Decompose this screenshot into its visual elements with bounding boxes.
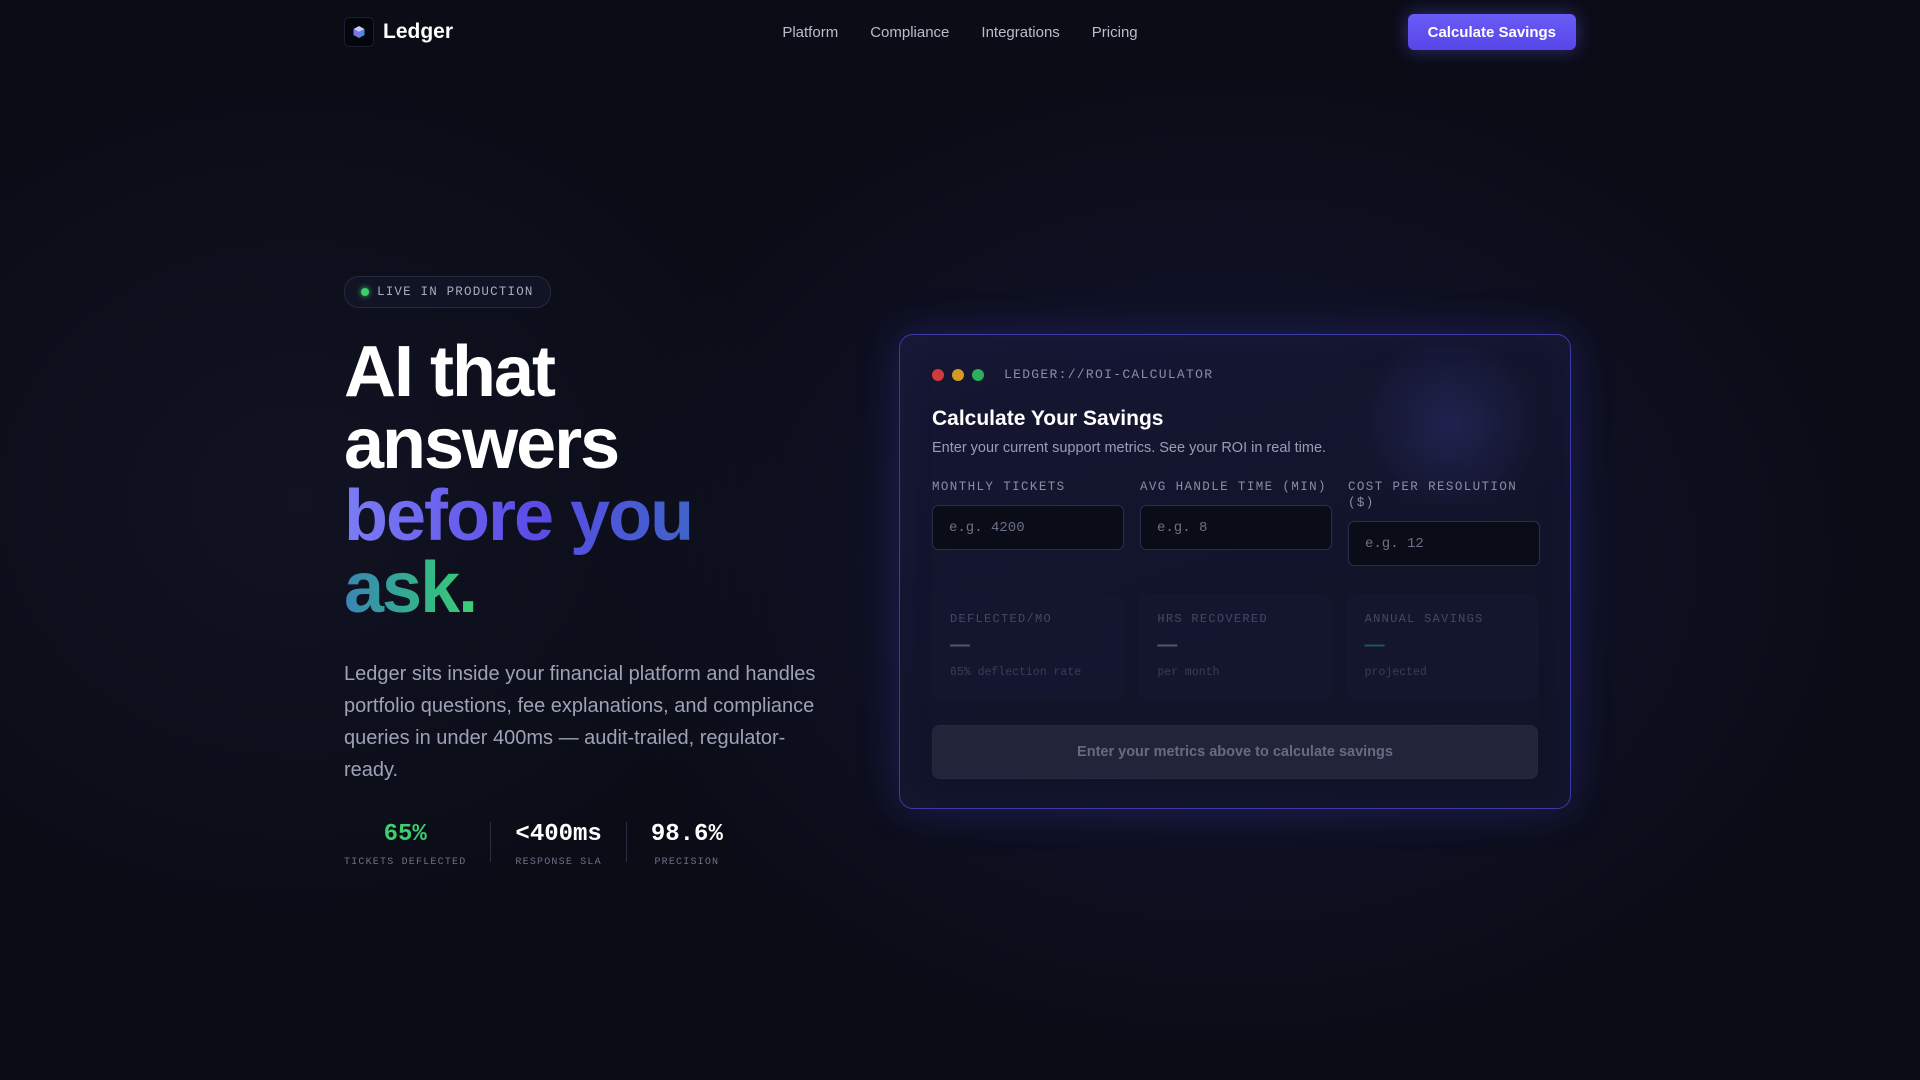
field-label: AVG HANDLE TIME (MIN) (1140, 480, 1327, 494)
cost-per-resolution-input[interactable] (1348, 521, 1540, 566)
result-value: — (1364, 634, 1385, 656)
window-close-dot-icon (932, 368, 944, 381)
result-annual-savings: ANNUAL SAVINGS — projected (1346, 595, 1538, 699)
stats-row: 65% TICKETS DEFLECTED <400ms RESPONSE SL… (344, 821, 844, 869)
nav-link-pricing[interactable]: Pricing (1092, 24, 1138, 41)
result-label: ANNUAL SAVINGS (1364, 612, 1484, 626)
headline-line-4: ask. (344, 548, 478, 628)
status-badge-label: LIVE IN PRODUCTION (377, 285, 534, 299)
stat-precision: 98.6% PRECISION (650, 821, 723, 869)
result-label: DEFLECTED/MO (950, 612, 1053, 626)
result-deflected: DEFLECTED/MO — 65% deflection rate (932, 595, 1124, 699)
window-maximize-dot-icon (972, 368, 984, 381)
result-hours-recovered: HRS RECOVERED — per month (1139, 595, 1331, 699)
stat-divider (490, 822, 492, 862)
nav-link-compliance[interactable]: Compliance (870, 24, 949, 41)
status-dot-icon (361, 288, 369, 296)
stat-value: 98.6% (650, 821, 723, 848)
brand-name: Ledger (383, 20, 454, 43)
cube-logo-icon (344, 17, 374, 47)
top-navigation: Ledger Platform Compliance Integrations … (344, 0, 1576, 64)
brand[interactable]: Ledger (344, 17, 453, 47)
field-label: COST PER RESOLUTION ($) (1348, 480, 1518, 510)
results-row: DEFLECTED/MO — 65% deflection rate HRS R… (932, 595, 1538, 699)
headline-line-1: AI that (344, 332, 556, 412)
result-note: 65% deflection rate (950, 666, 1082, 679)
stat-label: PRECISION (654, 857, 720, 868)
stat-response-sla: <400ms RESPONSE SLA (515, 821, 602, 869)
headline-line-2: answers (344, 404, 620, 484)
nav-link-integrations[interactable]: Integrations (981, 24, 1059, 41)
calculator-subtitle: Enter your current support metrics. See … (932, 440, 1327, 456)
status-badge: LIVE IN PRODUCTION (344, 276, 551, 308)
hero-section: LIVE IN PRODUCTION AI that answers befor… (344, 276, 844, 868)
stat-label: TICKETS DEFLECTED (344, 857, 467, 868)
field-monthly-tickets: MONTHLY TICKETS (932, 479, 1124, 566)
avg-handle-time-input[interactable] (1140, 505, 1332, 550)
nav-links: Platform Compliance Integrations Pricing (782, 24, 1137, 41)
result-note: projected (1364, 666, 1427, 679)
hero-headline: AI that answers before you ask. (344, 336, 844, 624)
calculate-savings-button[interactable]: Calculate Savings (1407, 14, 1576, 50)
field-label: MONTHLY TICKETS (932, 480, 1066, 494)
result-value: — (1157, 634, 1178, 656)
monthly-tickets-input[interactable] (932, 505, 1124, 550)
stat-value: <400ms (515, 821, 602, 848)
stat-label: RESPONSE SLA (515, 857, 602, 868)
result-note: per month (1157, 666, 1220, 679)
calculator-title: Calculate Your Savings (932, 407, 1164, 430)
window-minimize-dot-icon (952, 368, 964, 381)
window-title: LEDGER://ROI-CALCULATOR (1004, 367, 1214, 382)
stat-tickets-deflected: 65% TICKETS DEFLECTED (344, 821, 467, 869)
result-label: HRS RECOVERED (1157, 612, 1268, 626)
result-value: — (950, 634, 970, 656)
nav-link-platform[interactable]: Platform (782, 24, 838, 41)
field-avg-handle-time: AVG HANDLE TIME (MIN) (1140, 479, 1332, 566)
field-cost-per-resolution: COST PER RESOLUTION ($) (1348, 479, 1540, 566)
stat-divider (625, 822, 627, 862)
calculate-button[interactable]: Enter your metrics above to calculate sa… (932, 725, 1538, 779)
stat-value: 65% (383, 821, 427, 848)
roi-calculator-card: LEDGER://ROI-CALCULATOR Calculate Your S… (899, 334, 1571, 809)
input-fields: MONTHLY TICKETS AVG HANDLE TIME (MIN) CO… (932, 479, 1540, 566)
headline-line-3: before you (344, 476, 694, 556)
hero-description: Ledger sits inside your financial platfo… (344, 663, 816, 781)
window-titlebar: LEDGER://ROI-CALCULATOR (932, 367, 1538, 382)
